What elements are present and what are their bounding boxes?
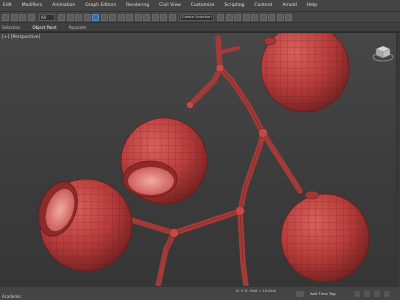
menu-arnold[interactable]: Arnold: [282, 0, 297, 12]
mirror-button[interactable]: [217, 13, 224, 21]
material-editor-button[interactable]: [259, 13, 267, 21]
rendered-frame-window-button[interactable]: [276, 13, 284, 21]
play-icon[interactable]: [354, 291, 360, 297]
viewport-label[interactable]: [+] [Perspective]: [2, 35, 40, 40]
lock-icon[interactable]: [296, 291, 304, 297]
unlink-button[interactable]: [27, 13, 35, 21]
next-frame-icon[interactable]: [364, 291, 370, 297]
spinner-snap-button[interactable]: [168, 13, 176, 21]
pivot-center-button[interactable]: [134, 13, 142, 21]
main-toolbar: All Create Selection Set: [0, 12, 400, 23]
menu-edit[interactable]: Edit: [3, 0, 12, 12]
named-selection-sets-input[interactable]: Create Selection Set: [180, 13, 214, 21]
tab-selection[interactable]: Selection: [2, 25, 20, 30]
redo-button[interactable]: [10, 13, 18, 21]
rectangle-selection-button[interactable]: [75, 13, 82, 21]
layer-explorer-button[interactable]: [234, 13, 241, 21]
window-crossing-button[interactable]: [83, 13, 91, 21]
schematic-view-button[interactable]: [251, 13, 258, 21]
add-time-tag-button[interactable]: Add Time Tag: [310, 291, 335, 296]
render-production-button[interactable]: [285, 13, 292, 21]
select-move-button[interactable]: [92, 13, 99, 21]
menu-bar: Edit Modifiers Animation Graph Editors R…: [0, 0, 400, 12]
reference-coordinate-button[interactable]: [126, 13, 133, 21]
select-scale-button[interactable]: [109, 13, 116, 21]
tab-object-paint[interactable]: Object Paint: [32, 25, 56, 30]
viewport-scene: [38, 33, 370, 286]
snaps-toggle-button[interactable]: [143, 13, 150, 21]
menu-animation[interactable]: Animation: [52, 0, 75, 12]
3dsmax-window: Edit Modifiers Animation Graph Editors R…: [0, 0, 400, 300]
ribbon-strip: Selection Object Paint Populate: [0, 23, 400, 32]
menu-modifiers[interactable]: Modifiers: [22, 0, 43, 12]
coordinate-display: X: Y: Z: Grid = 10.0cm: [236, 289, 277, 293]
sphere-middle: [120, 117, 208, 205]
select-rotate-button[interactable]: [100, 13, 108, 21]
sphere-left: [38, 178, 133, 272]
menu-customize[interactable]: Customize: [191, 0, 215, 12]
key-mode-icon[interactable]: [374, 291, 380, 297]
link-button[interactable]: [19, 13, 26, 21]
status-bar: Academic X: Y: Z: Grid = 10.0cm Add Time…: [0, 286, 400, 300]
select-place-button[interactable]: [117, 13, 125, 21]
command-panel-edge[interactable]: [396, 33, 400, 286]
menu-rendering[interactable]: Rendering: [126, 0, 149, 12]
tab-populate[interactable]: Populate: [69, 25, 86, 30]
time-config-icon[interactable]: [384, 291, 390, 297]
undo-button[interactable]: [2, 13, 9, 21]
percent-snap-button[interactable]: [160, 13, 167, 21]
sphere-bottom-right: [280, 190, 370, 283]
menu-scripting[interactable]: Scripting: [224, 0, 244, 12]
viewcube-icon[interactable]: [372, 43, 394, 63]
align-button[interactable]: [225, 13, 233, 21]
angle-snap-button[interactable]: [151, 13, 159, 21]
render-setup-button[interactable]: [268, 13, 275, 21]
menu-civil-view[interactable]: Civil View: [159, 0, 181, 12]
curve-editor-button[interactable]: [242, 13, 250, 21]
perspective-viewport[interactable]: [+] [Perspective]: [0, 33, 400, 286]
select-by-name-button[interactable]: [66, 13, 74, 21]
menu-graph-editors[interactable]: Graph Editors: [85, 0, 116, 12]
status-prompt: Academic: [2, 294, 22, 299]
menu-help[interactable]: Help: [307, 0, 317, 12]
menu-content[interactable]: Content: [254, 0, 272, 12]
sphere-top-right: [260, 33, 350, 113]
selection-filter-dropdown[interactable]: All: [39, 13, 55, 21]
select-object-button[interactable]: [58, 13, 65, 21]
